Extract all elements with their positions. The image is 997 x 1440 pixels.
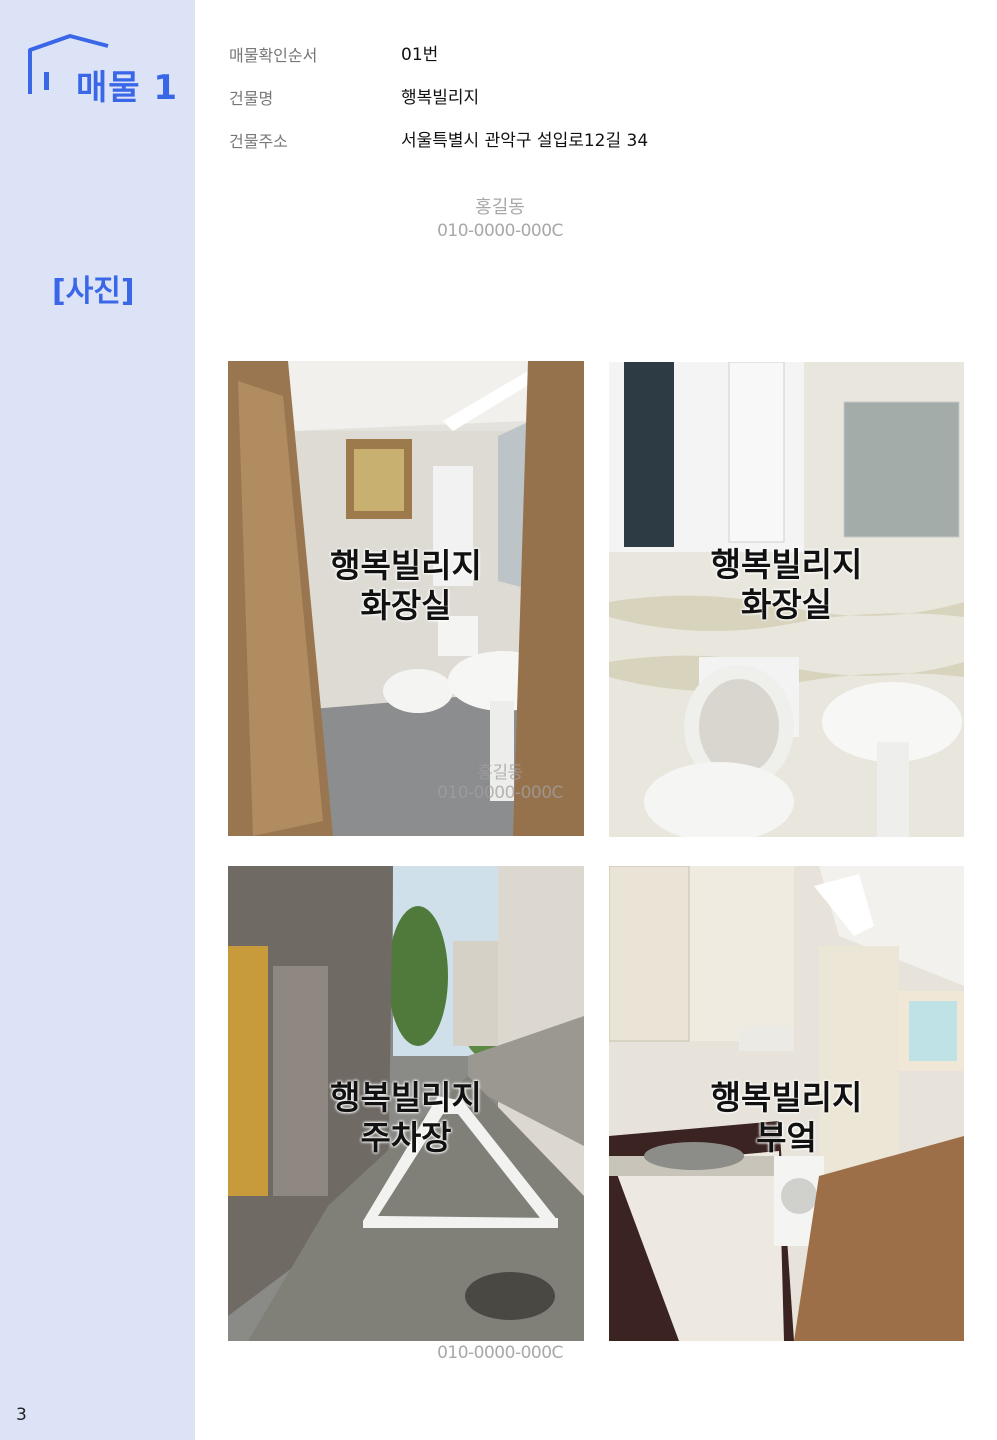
agent-name: 홍길동 [475, 197, 525, 218]
logo-text: 매물 1 [76, 68, 179, 108]
info-value: 서울특별시 관악구 설입로12길 34 [401, 131, 649, 151]
photo-caption: 행복빌리지 화장실 [609, 545, 964, 625]
caption-line1: 행복빌리지 [330, 546, 482, 585]
caption-line2: 주차장 [360, 1118, 452, 1157]
caption-line1: 행복빌리지 [710, 545, 863, 584]
agent-contact: 홍길동 010-0000-000C [400, 196, 600, 242]
info-value: 01번 [401, 45, 439, 65]
caption-line1: 행복빌리지 [330, 1078, 482, 1117]
sidebar: 매물 1 [사진] 3 [0, 0, 195, 1440]
agent-phone: 010-0000-000C [437, 221, 563, 241]
watermark-phone: 010-0000-000C [437, 783, 563, 803]
photo-caption: 행복빌리지 주차장 [228, 1078, 584, 1158]
info-value: 행복빌리지 [401, 88, 480, 108]
photo-parking: 행복빌리지 주차장 [228, 866, 584, 1341]
photo-kitchen: 행복빌리지 부엌 [609, 866, 964, 1341]
watermark: 홍길동 010-0000-000C [400, 758, 600, 803]
bottom-phone: 010-0000-000C [437, 1343, 563, 1363]
caption-line1: 행복빌리지 [710, 1078, 863, 1117]
section-label: [사진] [52, 274, 135, 309]
photo-caption: 행복빌리지 화장실 [228, 546, 584, 626]
photo-caption: 행복빌리지 부엌 [609, 1078, 964, 1158]
info-label: 매물확인순서 [229, 46, 318, 65]
caption-line2: 화장실 [740, 585, 833, 624]
info-label: 건물명 [229, 89, 274, 108]
info-label: 건물주소 [229, 132, 288, 151]
page-number: 3 [16, 1405, 27, 1425]
caption-line2: 부엌 [756, 1118, 817, 1157]
caption-line2: 화장실 [360, 586, 452, 625]
watermark-name: 홍길동 [477, 763, 523, 783]
logo: 매물 1 [26, 32, 186, 108]
photo-bathroom-2: 행복빌리지 화장실 [609, 362, 964, 837]
